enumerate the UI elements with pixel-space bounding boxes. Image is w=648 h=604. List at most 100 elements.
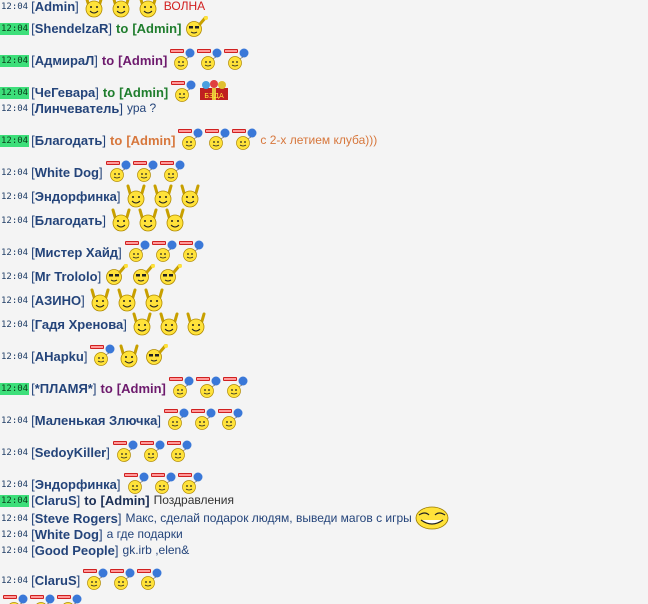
timestamp: 12:04 <box>0 135 30 147</box>
balloon-smiley-icon <box>197 48 222 70</box>
nickname-text[interactable]: Good People <box>35 543 115 558</box>
nickname[interactable]: [АдмираЛ] <box>31 53 98 68</box>
chat-line: 12:04 [Маленькая Злючка] <box>0 408 243 430</box>
timestamp: 12:04 <box>1 104 29 114</box>
balloon-smiley-icon <box>171 80 196 102</box>
balloon-smiley-icon <box>222 376 248 398</box>
nickname-text[interactable]: AHapku <box>35 349 84 364</box>
nickname[interactable]: [Mr Trololo] <box>31 269 101 284</box>
timestamp: 12:04 <box>1 448 29 458</box>
nickname-text[interactable]: SedoyKiller <box>35 445 107 460</box>
target-nickname[interactable]: [Admin] <box>118 53 167 68</box>
chat-line: 12:04 [Admin] ВОЛНА <box>0 0 205 18</box>
nickname[interactable]: [*ПЛАМЯ*] <box>31 381 96 396</box>
wave-smiley-icon <box>104 264 129 286</box>
nickname-text[interactable]: Эндорфинка <box>35 189 117 204</box>
rock-smiley-icon <box>178 184 202 208</box>
rock-smiley-icon <box>136 0 160 18</box>
target-nickname[interactable]: [Admin] <box>101 493 150 508</box>
rock-smiley-icon <box>117 344 141 368</box>
timestamp: 12:04 <box>0 383 30 395</box>
to-keyword: to <box>116 21 129 36</box>
chat-line: 12:04 [ClaruS] to [Admin] Поздравления <box>0 490 234 510</box>
nickname-text[interactable]: Гадя Хренова <box>35 317 124 332</box>
chat-line: 12:04 [Гадя Хренова] <box>0 312 208 336</box>
chat-line: 12:04 [ClaruS] <box>0 568 162 590</box>
timestamp: 12:04 <box>1 320 29 330</box>
nickname-text[interactable]: АдмираЛ <box>35 53 95 68</box>
chat-line: 12:04 [ShendelzaR] to [Admin] <box>0 16 209 38</box>
balloon-smiley-icon <box>105 160 131 182</box>
rock-smiley-icon <box>109 208 133 232</box>
balloon-smiley-icon <box>178 128 203 150</box>
chat-line: 12:04 [AHapku] <box>0 344 169 368</box>
rock-smiley-icon <box>151 184 175 208</box>
nickname-text[interactable]: Благодать <box>35 133 103 148</box>
nickname[interactable]: [ClaruS] <box>31 573 80 588</box>
chat-line: 12:04 [White Dog] <box>0 160 185 182</box>
rock-smiley-icon <box>157 312 181 336</box>
timestamp: 12:04 <box>1 272 29 282</box>
timestamp: 12:04 <box>0 55 30 67</box>
timestamp: 12:04 <box>1 248 29 258</box>
nickname[interactable]: [Admin] <box>31 0 79 14</box>
nickname[interactable]: [АЗИНО] <box>31 293 85 308</box>
balloon-smiley-icon <box>132 160 158 182</box>
nickname-text[interactable]: ShendelzaR <box>35 21 109 36</box>
balloon-smiley-icon <box>137 568 162 590</box>
nickname-text[interactable]: White Dog <box>35 165 99 180</box>
nickname-text[interactable]: ClaruS <box>35 573 77 588</box>
nickname[interactable]: [White Dog] <box>31 165 103 180</box>
to-keyword: to <box>101 53 115 68</box>
balloon-smiley-icon <box>110 568 135 590</box>
nickname-text[interactable]: *ПЛАМЯ* <box>35 381 93 396</box>
chat-line: 12:04 [Благодать] to [Admin] с 2-х летием кл… <box>0 128 378 150</box>
nickname-text[interactable]: Admin <box>35 0 75 14</box>
nickname[interactable]: [Благодать] <box>31 213 106 228</box>
nickname[interactable]: [AHapku] <box>31 349 87 364</box>
nickname-text[interactable]: АЗИНО <box>35 293 81 308</box>
to-keyword: to <box>84 493 97 508</box>
rock-smiley-icon <box>88 288 112 312</box>
nickname[interactable]: [ClaruS] <box>31 493 80 508</box>
balloon-smiley-icon <box>30 594 55 604</box>
rock-smiley-icon <box>184 312 208 336</box>
balloon-smiley-icon <box>168 376 194 398</box>
troll-smiley-icon <box>415 506 449 530</box>
to-keyword: to <box>110 133 123 148</box>
nickname-text[interactable]: ClaruS <box>35 493 77 508</box>
nickname[interactable]: [Good People] <box>31 543 118 558</box>
chat-line: 12:04 [Линчеватель] ура ? <box>0 98 156 118</box>
nickname[interactable]: [ShendelzaR] <box>31 21 112 36</box>
timestamp: 12:04 <box>1 192 29 202</box>
balloon-smiley-icon <box>3 594 28 604</box>
chat-line: 12:04 [Good People] gk.irb ,elen& <box>0 540 189 560</box>
nickname[interactable]: [Эндорфинка] <box>31 189 120 204</box>
nickname[interactable]: [Линчеватель] <box>31 101 123 116</box>
nickname-text[interactable]: Линчеватель <box>35 101 120 116</box>
message-text: с 2-х летием клуба))) <box>260 133 378 147</box>
nickname[interactable]: [Благодать] <box>31 133 106 148</box>
target-nickname[interactable]: [Admin] <box>132 21 181 36</box>
nickname-text[interactable]: Mr Trololo <box>35 269 98 284</box>
balloon-smiley-icon <box>112 440 138 462</box>
balloon-smiley-icon <box>90 344 115 366</box>
balloon-smiley-icon <box>124 240 150 262</box>
message-text: Поздравления <box>153 493 234 507</box>
target-nickname[interactable]: [Admin] <box>126 133 175 148</box>
balloon-smiley-icon <box>232 128 257 150</box>
timestamp: 12:04 <box>1 296 29 306</box>
chat-line <box>0 594 82 604</box>
nickname[interactable]: [Маленькая Злючка] <box>31 413 161 428</box>
nickname-text[interactable]: Благодать <box>35 213 103 228</box>
nickname[interactable]: [Гадя Хренова] <box>31 317 127 332</box>
svg-text:БЗДА: БЗДА <box>204 92 224 100</box>
balloon-smiley-icon <box>224 48 249 70</box>
nickname-text[interactable]: Маленькая Злючка <box>35 413 158 428</box>
timestamp: 12:04 <box>1 576 29 586</box>
nickname-text[interactable]: Мистер Хайд <box>35 245 118 260</box>
target-nickname[interactable]: [Admin] <box>117 381 166 396</box>
nickname[interactable]: [SedoyKiller] <box>31 445 110 460</box>
nickname[interactable]: [Мистер Хайд] <box>31 245 122 260</box>
timestamp: 12:04 <box>0 23 30 35</box>
